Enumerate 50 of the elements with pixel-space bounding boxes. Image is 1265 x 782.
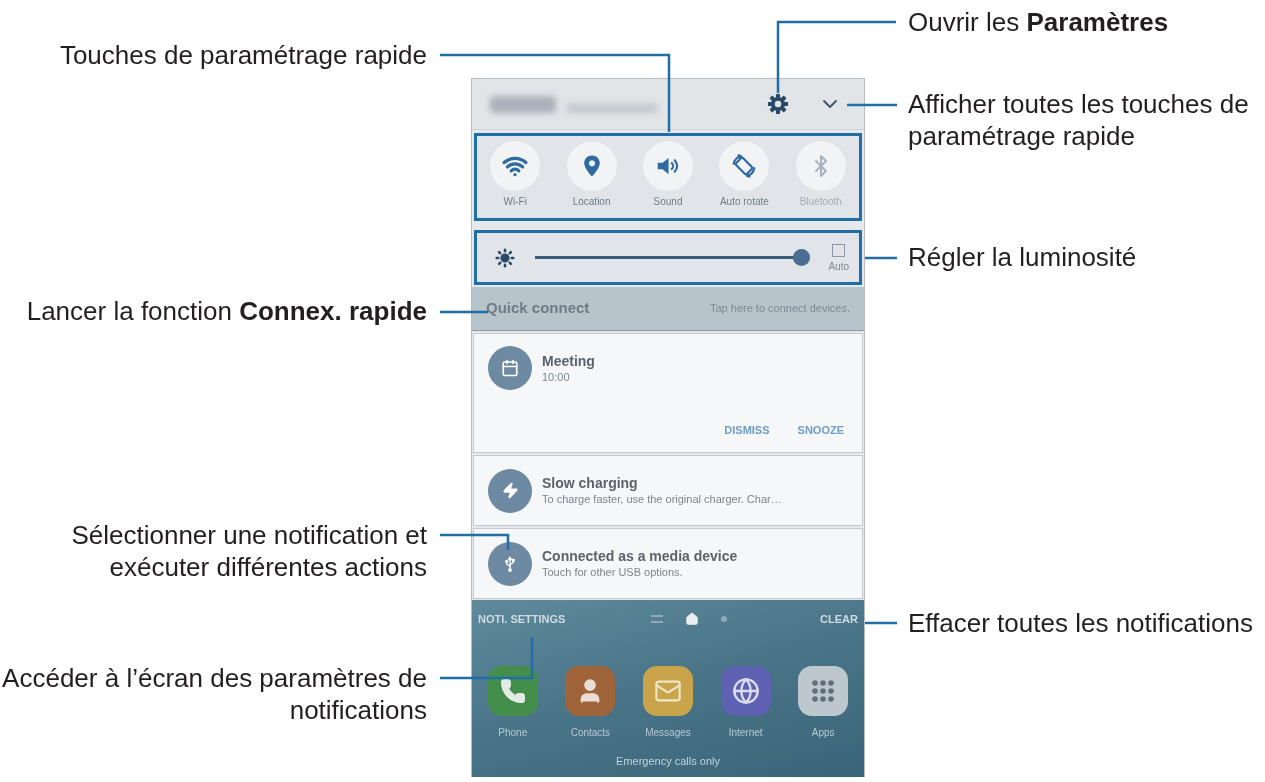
notification-text: 10:00: [542, 369, 571, 385]
callout-label: Sélectionner une notification et exécuter différentes actions: [71, 519, 427, 583]
settings-icon[interactable]: [767, 93, 789, 115]
auto-brightness-checkbox[interactable]: Auto: [828, 242, 849, 273]
notification-text: Touch for other USB options.: [542, 565, 684, 580]
app-shortcut[interactable]: Phone: [474, 666, 552, 739]
app-shortcut[interactable]: Internet: [706, 666, 785, 739]
notification-card[interactable]: Meeting 10:00 DISMISS SNOOZE: [473, 333, 863, 453]
notification-card[interactable]: Slow charging To charge faster, use the original charger. Char…: [473, 455, 863, 526]
callout-line: [865, 256, 897, 260]
callout-label: Touches de paramétrage rapide: [59, 39, 427, 71]
usb-icon: [488, 541, 532, 586]
notification-title: Connected as a media device: [542, 547, 738, 565]
speaker-icon: [643, 141, 693, 191]
wifi-icon: [490, 141, 541, 191]
noti-settings-button[interactable]: NOTI. SETTINGS: [478, 610, 598, 628]
callout-line: [440, 533, 510, 550]
callout-line: [440, 310, 488, 314]
quick-setting-toggle[interactable]: Bluetooth: [782, 141, 859, 208]
lightning-icon: [488, 468, 532, 513]
callout-label: Effacer toutes les notifications: [908, 607, 1253, 639]
quick-setting-toggle[interactable]: Location: [553, 141, 630, 208]
location-pin-icon: [566, 141, 617, 191]
app-shortcut[interactable]: Messages: [629, 666, 707, 739]
callout-label: Accéder à l’écran des paramètres de notifications: [2, 662, 427, 726]
app-shortcut[interactable]: Contacts: [551, 666, 630, 739]
callout-label: Régler la luminosité: [908, 241, 1137, 273]
app-shortcut[interactable]: Apps: [784, 666, 862, 739]
notification-action[interactable]: DISMISS: [722, 421, 772, 438]
slider-thumb[interactable]: [793, 249, 810, 266]
home-page-icon[interactable]: [685, 612, 700, 626]
notification-title: Meeting: [542, 351, 595, 370]
notification-card[interactable]: Connected as a media device Touch for other USB options.: [473, 528, 863, 599]
emergency-status-text: Emergency calls only: [616, 754, 720, 769]
sun-icon: [495, 247, 515, 268]
callout-label: Lancer la fonction Connex. rapide: [26, 295, 427, 327]
callout-label: Ouvrir les Paramètres: [908, 6, 1169, 38]
clear-button[interactable]: CLEAR: [820, 610, 858, 628]
notification-text: To charge faster, use the original charger. Char…: [542, 492, 782, 507]
notification-title: Slow charging: [542, 474, 639, 492]
callout-label: Afficher toutes les touches de paramétrage rapide: [908, 88, 1249, 152]
quick-setting-toggle[interactable]: Auto rotate: [706, 141, 783, 208]
quick-setting-toggle[interactable]: Wi-Fi: [477, 141, 554, 208]
calendar-icon: [488, 346, 532, 390]
callout-line: [865, 621, 897, 625]
auto-rotate-icon: [719, 141, 770, 191]
quick-setting-toggle[interactable]: Sound: [629, 141, 707, 208]
bluetooth-icon: [795, 141, 846, 191]
notification-action[interactable]: SNOOZE: [795, 421, 846, 438]
callout-line: [847, 103, 897, 107]
